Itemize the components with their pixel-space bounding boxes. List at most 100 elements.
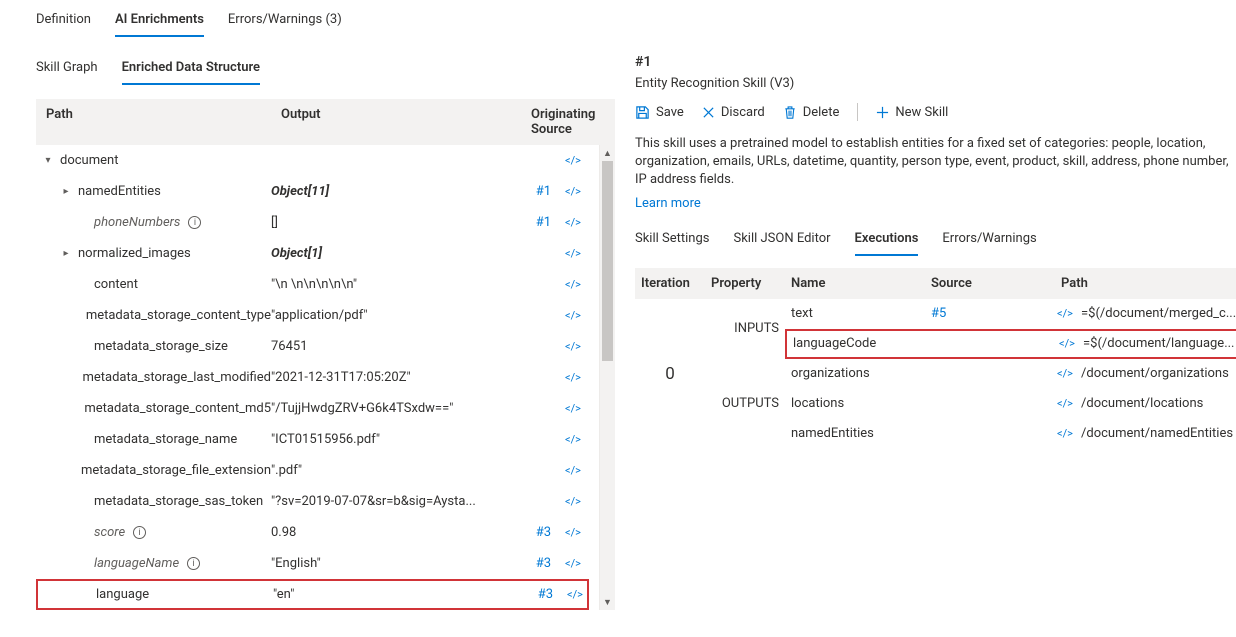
source-link[interactable]: #1 <box>521 184 561 199</box>
code-icon[interactable]: </> <box>561 340 585 353</box>
tree-row-score[interactable]: scorei 0.98 #3 </> <box>36 517 589 548</box>
subtab-skill-graph[interactable]: Skill Graph <box>36 54 98 85</box>
info-icon[interactable]: i <box>133 526 146 539</box>
exec-name: text <box>785 306 925 321</box>
skill-id: #1 <box>635 54 1236 70</box>
source-link[interactable]: #3 <box>521 556 561 571</box>
code-icon[interactable]: </> <box>561 371 585 384</box>
new-skill-button[interactable]: New Skill <box>876 105 948 120</box>
code-icon[interactable]: </> <box>561 154 585 167</box>
tree-label: phoneNumbers <box>94 215 180 230</box>
tab-errors-warnings[interactable]: Errors/Warnings (3) <box>228 4 342 37</box>
code-icon[interactable]: </> <box>561 247 585 260</box>
exec-path: /document/locations <box>1075 396 1236 411</box>
tree-row-mstorage-size[interactable]: metadata_storage_size 76451 </> <box>36 331 589 362</box>
code-icon[interactable]: </> <box>561 464 585 477</box>
source-link[interactable]: #3 <box>523 587 563 602</box>
exec-path: /document/namedEntities <box>1075 426 1236 441</box>
tree-label: content <box>94 277 138 292</box>
code-icon[interactable]: </> <box>561 216 585 229</box>
tree-row-content[interactable]: content "\n \n\n\n\n\n" </> <box>36 269 589 300</box>
header-iteration: Iteration <box>635 268 705 299</box>
tab-skill-errors[interactable]: Errors/Warnings <box>942 225 1036 256</box>
tree-label: metadata_storage_last_modified <box>82 370 271 385</box>
tree-row-document[interactable]: ▾document </> <box>36 145 589 176</box>
tree-label: metadata_storage_content_type <box>86 308 271 323</box>
outputs-label: OUTPUTS <box>705 359 785 449</box>
save-button[interactable]: Save <box>635 105 684 120</box>
code-icon[interactable]: </> <box>561 278 585 291</box>
tree-output: Object[1] <box>271 246 521 261</box>
tree-output: "2021-12-31T17:05:20Z" <box>271 370 521 385</box>
discard-button[interactable]: Discard <box>702 105 765 120</box>
code-icon[interactable]: </> <box>561 309 585 322</box>
code-icon[interactable]: </> <box>1057 337 1077 350</box>
tree-output: Object[11] <box>271 184 521 199</box>
tree-row-mstorage-sas-token[interactable]: metadata_storage_sas_token "?sv=2019-07-… <box>36 486 589 517</box>
tree-row-mstorage-file-ext[interactable]: metadata_storage_file_extension ".pdf" <… <box>36 455 589 486</box>
subtab-enriched-data[interactable]: Enriched Data Structure <box>122 54 260 85</box>
code-icon[interactable]: </> <box>1055 367 1075 380</box>
tree-row-namedentities[interactable]: ▸namedEntities Object[11] #1 </> <box>36 176 589 207</box>
skill-detail-tabs: Skill Settings Skill JSON Editor Executi… <box>635 225 1236 256</box>
code-icon[interactable]: </> <box>561 433 585 446</box>
code-icon[interactable]: </> <box>1055 397 1075 410</box>
tree-row-mstorage-content-md5[interactable]: metadata_storage_content_md5 "/TujjHwdgZ… <box>36 393 589 424</box>
info-icon[interactable]: i <box>187 557 200 570</box>
code-icon[interactable]: </> <box>1055 307 1075 320</box>
source-link[interactable]: #1 <box>521 215 561 230</box>
iteration-value: 0 <box>635 299 705 449</box>
tree-row-languagename[interactable]: languageNamei "English" #3 </> <box>36 548 589 579</box>
code-icon[interactable]: </> <box>561 402 585 415</box>
exec-row-namedentities[interactable]: namedEntities </> /document/namedEntitie… <box>785 419 1236 449</box>
scroll-down-icon[interactable]: ▼ <box>600 594 615 610</box>
tree-output: "English" <box>271 556 521 571</box>
code-icon[interactable]: </> <box>561 495 585 508</box>
tree-row-language[interactable]: language "en" #3 </> <box>36 579 589 610</box>
code-icon[interactable]: </> <box>561 526 585 539</box>
code-icon[interactable]: </> <box>561 557 585 570</box>
source-link[interactable]: #3 <box>521 525 561 540</box>
tab-ai-enrichments[interactable]: AI Enrichments <box>115 4 204 37</box>
tree-output: "application/pdf" <box>271 308 521 323</box>
delete-button[interactable]: Delete <box>783 105 840 120</box>
header-source: Source <box>925 268 1055 299</box>
code-icon[interactable]: </> <box>563 588 587 601</box>
tree-output: ".pdf" <box>271 463 521 478</box>
close-icon <box>702 106 715 119</box>
chevron-down-icon[interactable]: ▾ <box>40 155 56 166</box>
tree-label: language <box>96 587 149 602</box>
tree-row-normalized-images[interactable]: ▸normalized_images Object[1] </> <box>36 238 589 269</box>
tree-row-mstorage-last-modified[interactable]: metadata_storage_last_modified "2021-12-… <box>36 362 589 393</box>
tab-definition[interactable]: Definition <box>36 4 91 37</box>
delete-label: Delete <box>803 105 840 120</box>
scrollbar[interactable]: ▲ ▼ <box>599 145 615 610</box>
exec-row-text[interactable]: text #5 </> =$(/document/merged_c... <box>785 299 1236 329</box>
exec-row-organizations[interactable]: organizations </> /document/organization… <box>785 359 1236 389</box>
new-skill-label: New Skill <box>895 105 948 120</box>
tab-executions[interactable]: Executions <box>855 225 919 256</box>
scroll-up-icon[interactable]: ▲ <box>600 145 615 161</box>
exec-name: organizations <box>785 366 925 381</box>
tree-output: "?sv=2019-07-07&sr=b&sig=Aysta... <box>271 494 521 509</box>
code-icon[interactable]: </> <box>1055 427 1075 440</box>
executions-header: Iteration Property Name Source Path <box>635 268 1236 299</box>
header-name: Name <box>785 268 925 299</box>
tree-row-mstorage-name[interactable]: metadata_storage_name "ICT01515956.pdf" … <box>36 424 589 455</box>
scroll-thumb[interactable] <box>602 161 613 361</box>
code-icon[interactable]: </> <box>561 185 585 198</box>
chevron-right-icon[interactable]: ▸ <box>58 186 74 197</box>
exec-row-locations[interactable]: locations </> /document/locations <box>785 389 1236 419</box>
tab-skill-settings[interactable]: Skill Settings <box>635 225 709 256</box>
info-icon[interactable]: i <box>188 216 201 229</box>
tree-row-phonenumbers[interactable]: phoneNumbersi [] #1 </> <box>36 207 589 238</box>
exec-row-languagecode[interactable]: languageCode </> =$(/document/language..… <box>785 329 1236 359</box>
exec-source-link[interactable]: #5 <box>931 306 946 321</box>
tab-skill-json[interactable]: Skill JSON Editor <box>733 225 830 256</box>
plus-icon <box>876 106 889 119</box>
tree-row-mstorage-content-type[interactable]: metadata_storage_content_type "applicati… <box>36 300 589 331</box>
exec-path: =$(/document/merged_c... <box>1075 306 1236 321</box>
chevron-right-icon[interactable]: ▸ <box>58 248 74 259</box>
exec-name: locations <box>785 396 925 411</box>
learn-more-link[interactable]: Learn more <box>635 196 1236 211</box>
